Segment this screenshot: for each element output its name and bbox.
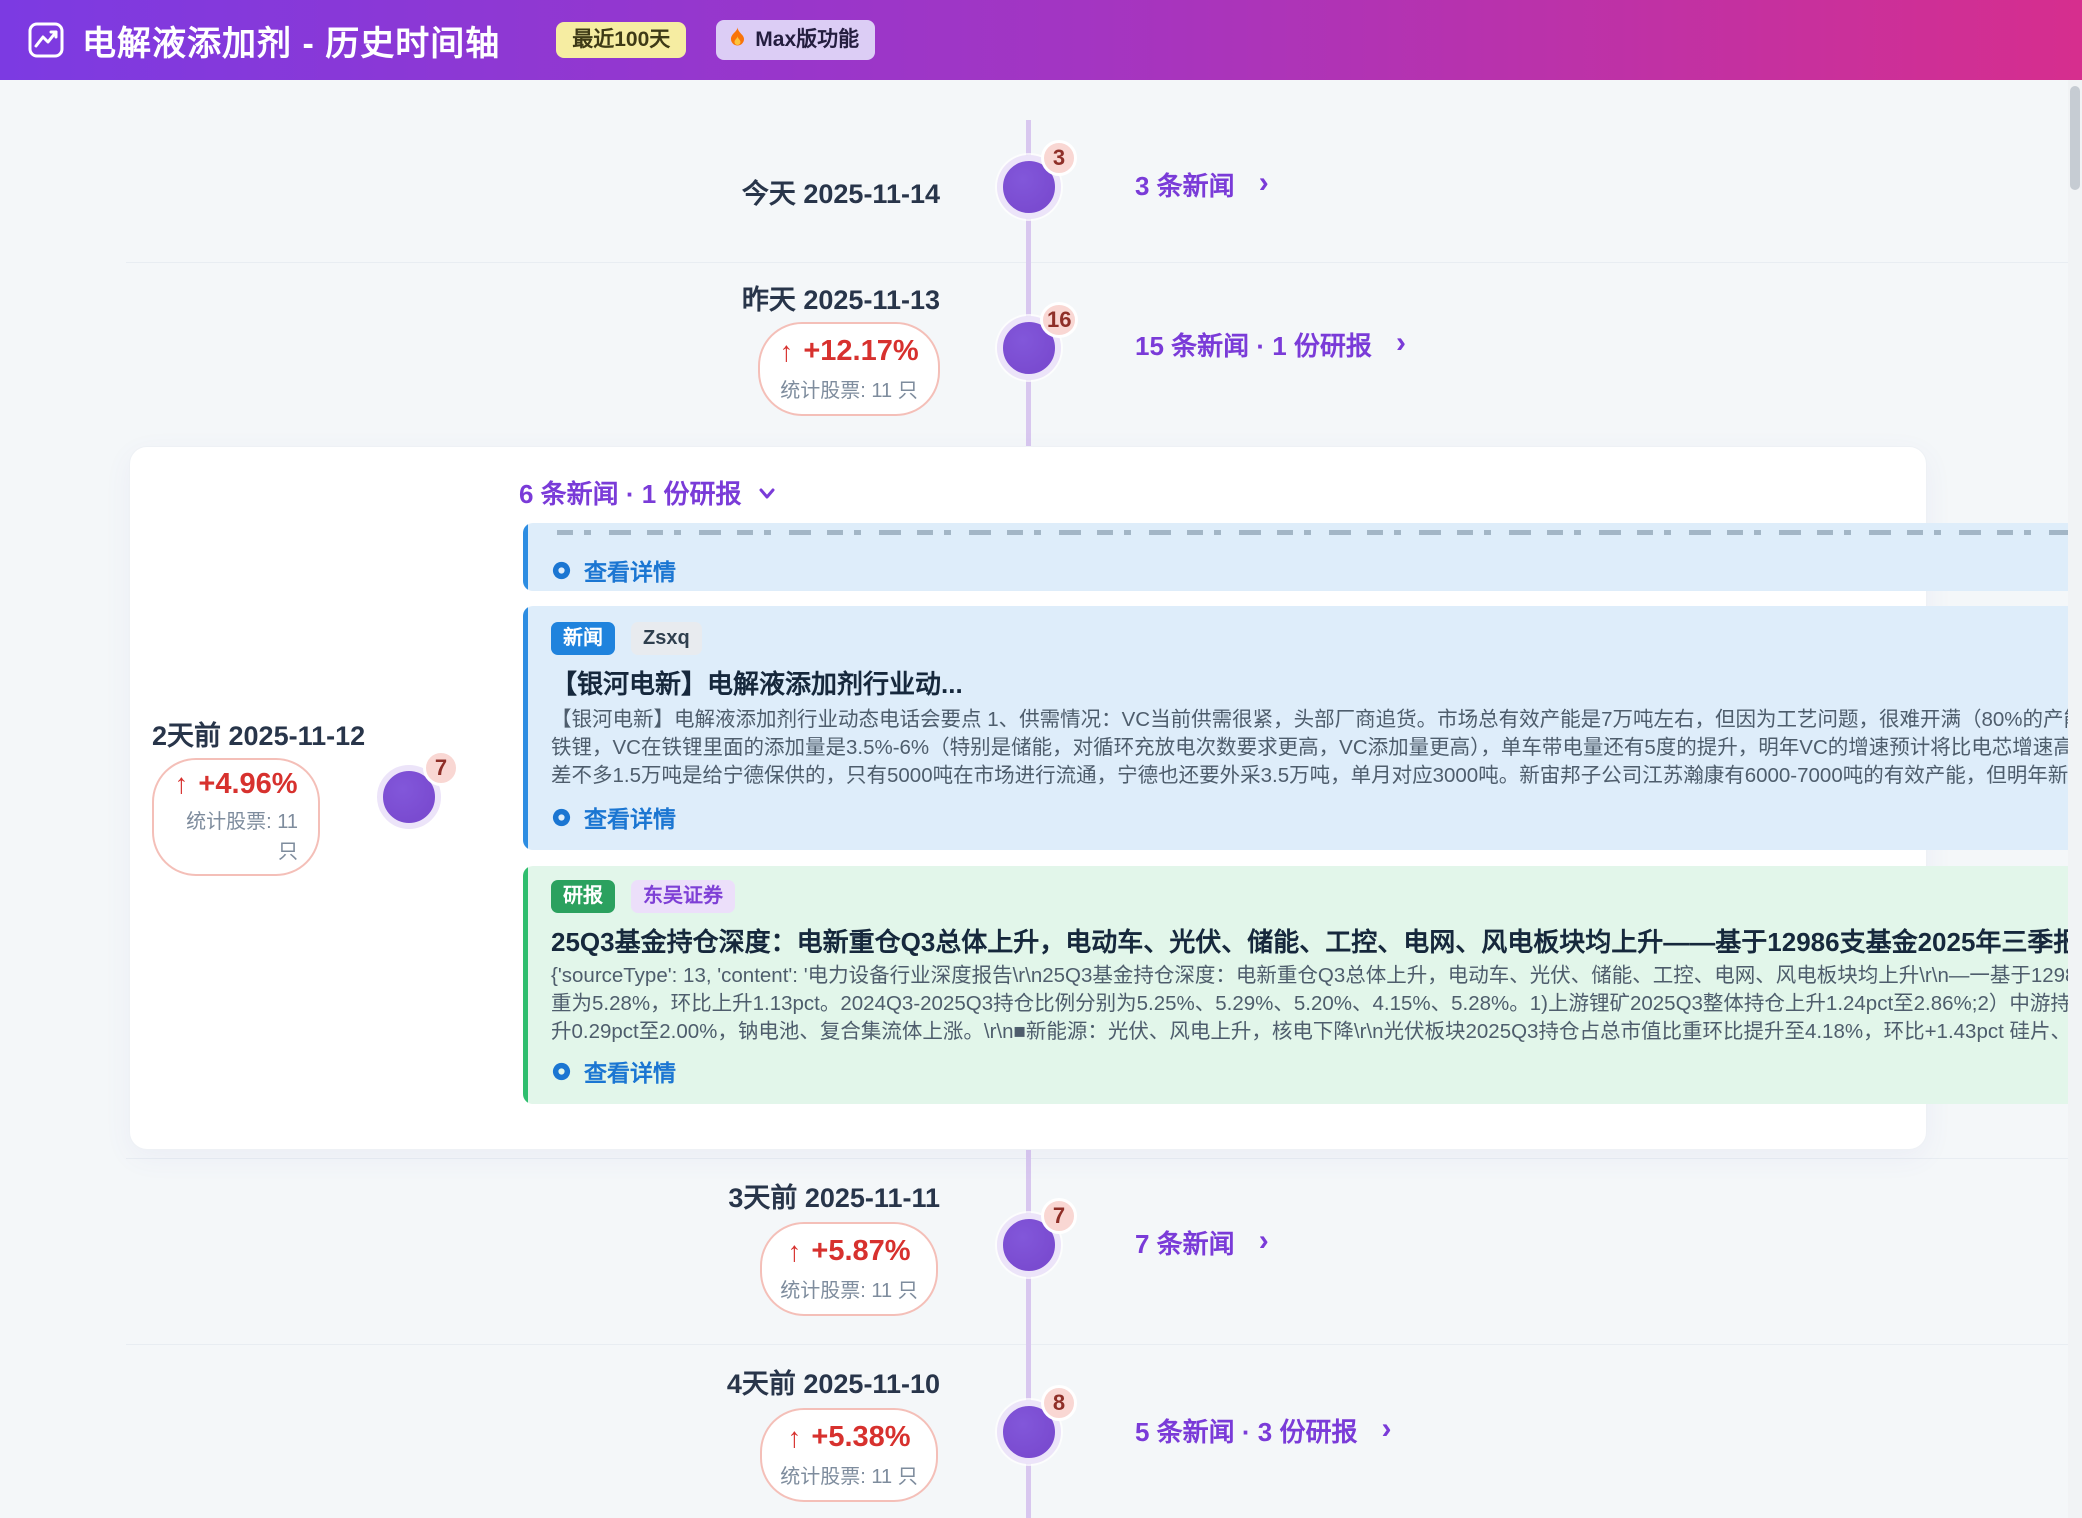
entry-date: 4天前 2025-11-10 [727,1362,940,1401]
row-divider [126,1344,2082,1345]
card-badge-row: 新闻 Zsxq [551,622,702,655]
line-chart-icon [26,20,66,60]
entry-count-badge: 7 [1041,1198,1077,1234]
entry-count-badge: 7 [423,750,459,786]
view-details-link[interactable]: 查看详情 [551,1054,676,1088]
entry-summary-link[interactable]: 5 条新闻 · 3 份研报 › [1135,1412,1391,1449]
report-body: {'sourceType': 13, 'content': '电力设备行业深度报… [551,962,2082,1046]
card-accent-stripe [523,606,528,850]
plan-badge-label: Max版功能 [755,28,859,51]
eye-icon [551,807,572,828]
change-percent: +5.38% [811,1421,910,1454]
entry-summary-label: 5 条新闻 · 3 份研报 [1135,1412,1357,1449]
chevron-right-icon: › [1259,1226,1269,1256]
page-header: 电解液添加剂 - 历史时间轴 最近100天 Max版功能 [0,0,2082,80]
chevron-down-icon [755,481,779,505]
view-details-label: 查看详情 [584,800,676,834]
news-body-line: 差不多1.5万吨是给宁德保供的，只有5000吨在市场进行流通，宁德也还要外采3.… [551,762,2082,790]
stats-label: 统计股票: 11 只 [780,374,917,403]
report-title[interactable]: 25Q3基金持仓深度：电新重仓Q3总体上升，电动车、光伏、储能、工控、电网、风电… [551,922,2082,959]
entry-summary-link[interactable]: 3 条新闻 › [1135,166,1269,203]
entry-summary-link[interactable]: 15 条新闻 · 1 份研报 › [1135,326,1406,363]
entry-count-badge: 3 [1041,140,1077,176]
scrollbar-thumb[interactable] [2070,86,2080,190]
scrollbar-track[interactable] [2068,80,2082,1518]
news-type-badge: 新闻 [551,622,615,655]
view-details-label: 查看详情 [584,553,676,587]
report-type-badge: 研报 [551,880,615,913]
expanded-summary-label: 6 条新闻 · 1 份研报 [519,474,741,511]
date-range-badge: 最近100天 [556,22,686,57]
plan-badge: Max版功能 [716,20,875,59]
entry-date: 今天 2025-11-14 [742,172,940,211]
entry-count-badge: 16 [1040,302,1078,338]
row-divider [126,262,2082,263]
stats-label: 统计股票: 11 只 [780,1460,917,1489]
change-stat-pill: ↑ +12.17% 统计股票: 11 只 [758,322,940,416]
view-details-link[interactable]: 查看详情 [551,800,676,834]
news-card: 新闻 Zsxq 【银河电新】电解液添加剂行业动... 【银河电新】电解液添加剂行… [523,606,2082,850]
change-stat-pill: ↑ +5.38% 统计股票: 11 只 [760,1408,938,1502]
chevron-right-icon: › [1259,168,1269,198]
news-body-line: 铁锂，VC在铁锂里面的添加量是3.5%-6%（特别是储能，对循环充放电次数要求更… [551,734,2082,762]
fire-icon [728,26,747,53]
card-badge-row: 研报 东吴证券 [551,880,735,913]
arrow-up-icon: ↑ [779,336,793,368]
news-title[interactable]: 【银河电新】电解液添加剂行业动... [551,664,2082,701]
change-percent: +4.96% [198,768,297,801]
report-body-line: 升0.29pct至2.00%，钠电池、复合集流体上涨。\r\n■新能源：光伏、风… [551,1018,2082,1046]
news-card-clipped: 查看详情 [523,523,2082,591]
view-details-label: 查看详情 [584,1054,676,1088]
eye-icon [551,1061,572,1082]
stats-label: 统计股票: 11 只 [174,807,298,867]
arrow-up-icon: ↑ [787,1422,801,1454]
news-body-line: 【银河电新】电解液添加剂行业动态电话会要点 1、供需情况：VC当前供需很紧，头部… [551,706,2082,734]
expanded-summary-toggle[interactable]: 6 条新闻 · 1 份研报 [519,474,779,511]
entry-date: 昨天 2025-11-13 [742,278,940,317]
entry-count-badge: 8 [1041,1385,1077,1421]
source-badge: 东吴证券 [631,880,735,913]
source-badge: Zsxq [631,622,702,655]
change-stat-pill: ↑ +5.87% 统计股票: 11 只 [760,1222,938,1316]
entry-summary-link[interactable]: 7 条新闻 › [1135,1224,1269,1261]
entry-summary-label: 3 条新闻 [1135,166,1235,203]
history-timeline-page: 电解液添加剂 - 历史时间轴 最近100天 Max版功能 今天 2025-11-… [0,0,2082,1518]
eye-icon [551,560,572,581]
report-body-line: {'sourceType': 13, 'content': '电力设备行业深度报… [551,962,2082,990]
report-body-line: 重为5.28%，环比上升1.13pct。2024Q3-2025Q3持仓比例分别为… [551,990,2082,1018]
change-stat-pill: ↑ +4.96% 统计股票: 11 只 [152,758,320,876]
card-accent-stripe [523,523,528,591]
chevron-right-icon: › [1381,1414,1391,1444]
chevron-right-icon: › [1396,328,1406,358]
change-percent: +5.87% [811,1235,910,1268]
arrow-up-icon: ↑ [174,768,188,800]
news-body: 【银河电新】电解液添加剂行业动态电话会要点 1、供需情况：VC当前供需很紧，头部… [551,706,2082,790]
clipped-text-sliver [557,530,2082,535]
page-title: 电解液添加剂 - 历史时间轴 [82,16,500,65]
stats-label: 统计股票: 11 只 [780,1274,917,1303]
entry-date: 3天前 2025-11-11 [728,1176,940,1215]
row-divider [126,1158,2082,1159]
arrow-up-icon: ↑ [787,1236,801,1268]
entry-summary-label: 7 条新闻 [1135,1224,1235,1261]
view-details-link[interactable]: 查看详情 [551,553,676,587]
entry-summary-label: 15 条新闻 · 1 份研报 [1135,326,1372,363]
entry-date: 2天前 2025-11-12 [152,714,365,753]
card-accent-stripe [523,866,528,1104]
change-percent: +12.17% [803,335,918,368]
report-card: 研报 东吴证券 25Q3基金持仓深度：电新重仓Q3总体上升，电动车、光伏、储能、… [523,866,2082,1104]
